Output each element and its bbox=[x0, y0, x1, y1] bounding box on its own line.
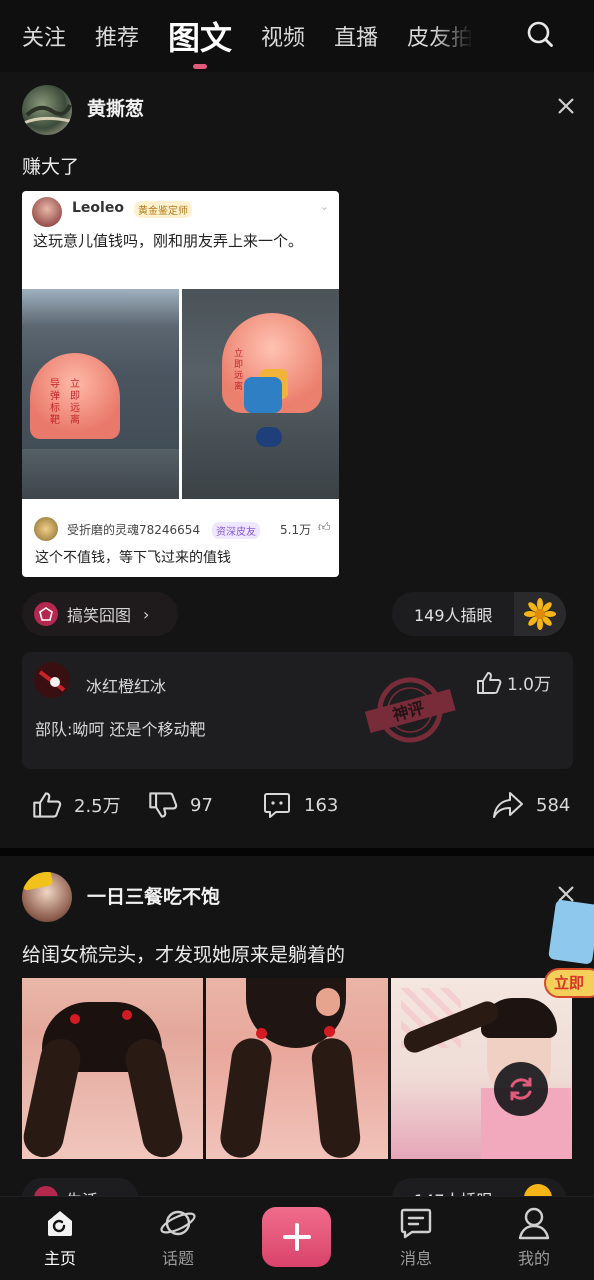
buoy-text-right: 立即远离 bbox=[70, 379, 80, 426]
close-icon[interactable] bbox=[556, 96, 576, 116]
photo-grid bbox=[22, 978, 572, 1159]
dislike-button[interactable]: 97 bbox=[148, 790, 213, 820]
nav-messages[interactable]: 消息 bbox=[376, 1205, 456, 1269]
post-image[interactable]: Leoleo 黄金鉴定师 ⌄ 这玩意儿值钱吗，刚和朋友弄上来一个。 导弹标靶 立… bbox=[22, 191, 339, 577]
photo-2[interactable] bbox=[206, 978, 388, 1159]
create-post-button[interactable] bbox=[262, 1207, 331, 1267]
nav-topics-label: 话题 bbox=[161, 1249, 194, 1268]
flower-icon[interactable] bbox=[514, 592, 566, 636]
chevron-right-icon: › bbox=[143, 604, 150, 624]
like-count: 2.5万 bbox=[74, 796, 121, 817]
topic-icon bbox=[34, 602, 58, 626]
tab-pyp[interactable]: 皮友拍 bbox=[407, 20, 473, 52]
thumbs-up-icon bbox=[33, 792, 62, 818]
nav-home[interactable]: 主页 bbox=[20, 1205, 100, 1269]
tab-video[interactable]: 视频 bbox=[261, 20, 305, 52]
hot-comment[interactable]: 冰红橙红冰 1.0万 部队:呦呵 还是个移动靶 神评 bbox=[22, 652, 573, 769]
refresh-icon bbox=[510, 1077, 532, 1101]
comment-count: 163 bbox=[304, 794, 339, 816]
author-name[interactable]: 黄撕葱 bbox=[87, 94, 144, 121]
nav-home-label: 主页 bbox=[43, 1249, 76, 1268]
like-button[interactable]: 2.5万 bbox=[32, 790, 121, 820]
thumbs-down-icon bbox=[149, 792, 178, 818]
post-card: 黄撕葱 赚大了 Leoleo 黄金鉴定师 ⌄ 这玩意儿值钱吗，刚和朋友弄上来一个… bbox=[0, 72, 594, 848]
tab-live[interactable]: 直播 bbox=[334, 20, 378, 52]
ad-label: 立即 bbox=[554, 974, 585, 992]
share-icon bbox=[493, 792, 523, 818]
question-text: 这玩意儿值钱吗，刚和朋友弄上来一个。 bbox=[33, 232, 304, 250]
tab-image-text[interactable]: 图文 bbox=[168, 13, 232, 59]
god-comment-stamp: 神评 bbox=[362, 674, 458, 746]
reaction-pill[interactable]: 149人插眼 bbox=[392, 592, 566, 636]
comment-icon bbox=[264, 793, 290, 818]
thumbs-up-icon bbox=[477, 671, 502, 694]
reaction-count: 149人插眼 bbox=[414, 606, 493, 625]
commenter-tag: 资深皮友 bbox=[212, 522, 260, 539]
plus-icon bbox=[282, 1223, 311, 1251]
chevron-down-icon: ⌄ bbox=[319, 200, 329, 213]
tab-recommend[interactable]: 推荐 bbox=[95, 20, 139, 52]
commenter-name: 受折磨的灵魂78246654 bbox=[67, 523, 201, 537]
poster-badge: 黄金鉴定师 bbox=[134, 201, 192, 218]
comment-text: 部队:呦呵 还是个移动靶 bbox=[35, 720, 206, 739]
author-name[interactable]: 一日三餐吃不饱 bbox=[87, 882, 220, 909]
divider bbox=[0, 848, 594, 856]
post-card: 一日三餐吃不饱 给闺女梳完头，才发现她原来是躺着的 立即 bbox=[0, 856, 594, 1218]
comment-likes: 5.1万 bbox=[280, 523, 312, 537]
planet-icon bbox=[160, 1210, 196, 1236]
buoy-text-left: 导弹标靶 bbox=[50, 379, 60, 426]
photo-1[interactable] bbox=[22, 978, 204, 1159]
comment-like-count: 1.0万 bbox=[506, 675, 551, 695]
photo-3[interactable] bbox=[390, 978, 572, 1159]
commenter-avatar bbox=[34, 517, 58, 541]
comment-like-button[interactable]: 1.0万 bbox=[476, 670, 551, 695]
nav-messages-label: 消息 bbox=[399, 1249, 432, 1268]
post-actions: 2.5万 97 163 584 bbox=[0, 790, 594, 834]
tab-follow[interactable]: 关注 bbox=[22, 20, 66, 52]
topic-tag[interactable]: 搞笑囧图 › bbox=[22, 592, 178, 636]
floating-ad[interactable]: 立即 bbox=[542, 899, 594, 1002]
comment-button[interactable]: 163 bbox=[262, 790, 338, 820]
photo-left: 导弹标靶 立即远离 bbox=[22, 289, 179, 499]
photo-right: 立即远离 bbox=[182, 289, 339, 499]
author-avatar[interactable] bbox=[22, 872, 72, 922]
nav-profile-label: 我的 bbox=[517, 1249, 550, 1268]
thumbs-up-icon: 👍︎ bbox=[318, 520, 331, 534]
nav-topics[interactable]: 话题 bbox=[138, 1205, 218, 1269]
nav-profile[interactable]: 我的 bbox=[494, 1205, 574, 1269]
top-nav: 关注 推荐 图文 视频 直播 皮友拍 bbox=[0, 0, 594, 72]
author-avatar[interactable] bbox=[22, 85, 72, 135]
commenter-name[interactable]: 冰红橙红冰 bbox=[86, 673, 166, 697]
dislike-count: 97 bbox=[190, 794, 213, 816]
reply-text: 这个不值钱，等下飞过来的值钱 bbox=[35, 550, 231, 566]
post-caption[interactable]: 赚大了 bbox=[22, 152, 79, 179]
share-button[interactable]: 584 bbox=[492, 790, 570, 820]
poster-name: Leoleo bbox=[72, 200, 124, 216]
home-icon bbox=[48, 1211, 72, 1236]
search-icon[interactable] bbox=[526, 20, 554, 48]
bottom-nav: 主页 话题 消息 我的 bbox=[0, 1196, 594, 1280]
poster-avatar bbox=[32, 197, 62, 227]
refresh-button[interactable] bbox=[494, 1062, 548, 1116]
share-count: 584 bbox=[536, 794, 571, 816]
user-icon bbox=[518, 1207, 550, 1240]
message-icon bbox=[400, 1208, 432, 1239]
commenter-avatar[interactable] bbox=[34, 662, 70, 698]
post-caption[interactable]: 给闺女梳完头，才发现她原来是躺着的 bbox=[22, 940, 345, 967]
topic-label: 搞笑囧图 bbox=[67, 606, 132, 625]
